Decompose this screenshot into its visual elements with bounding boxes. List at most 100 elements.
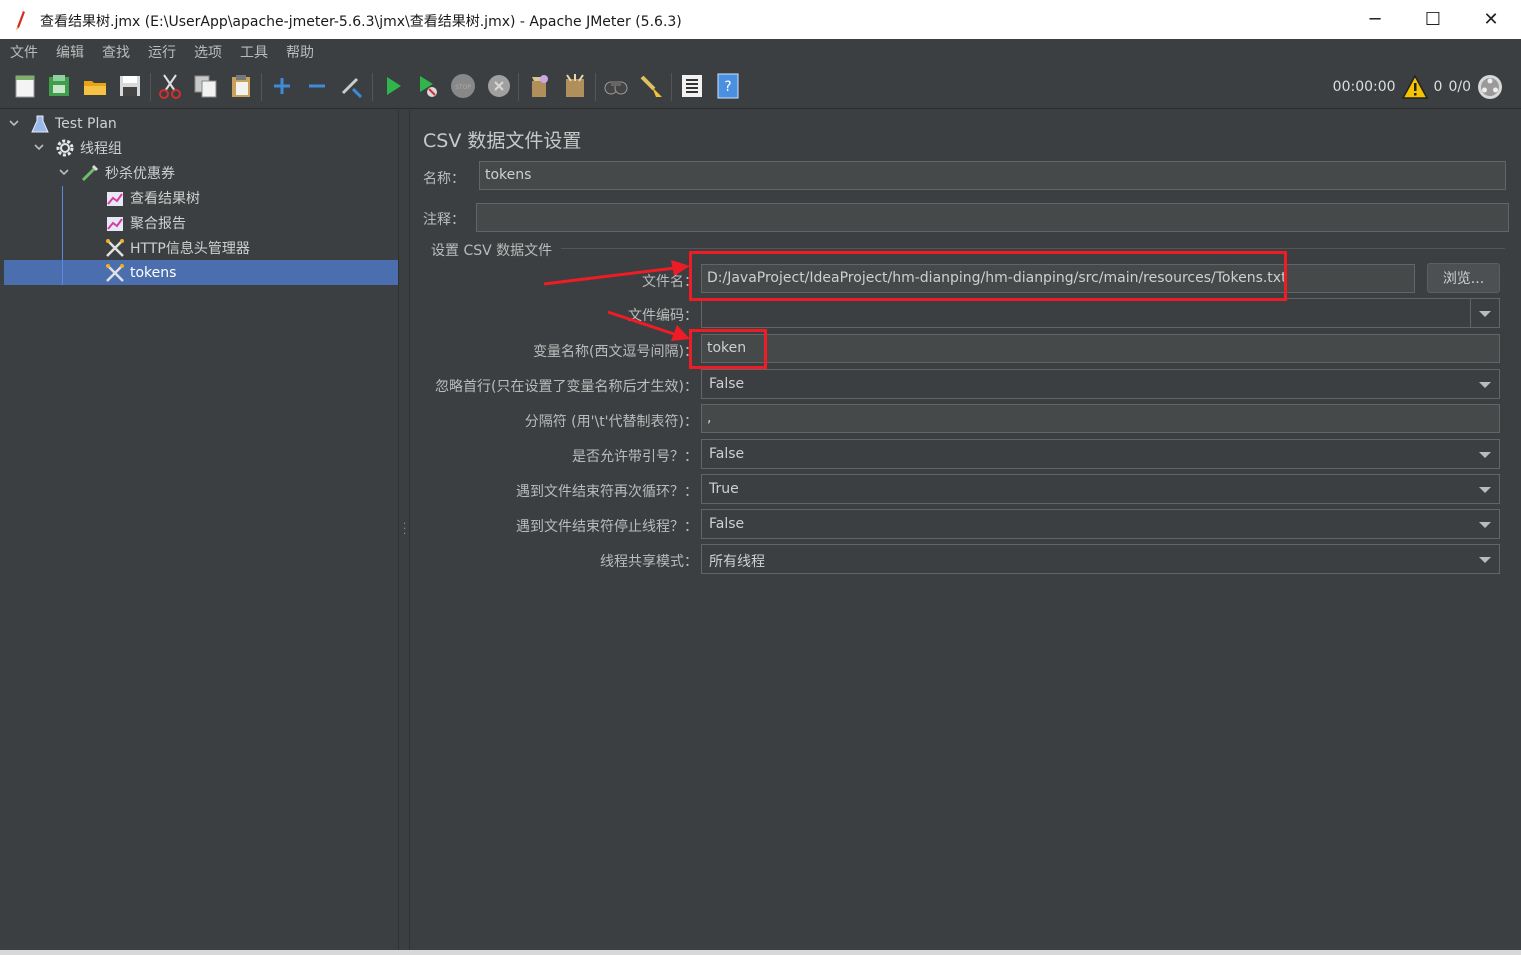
- chevron-down-icon: [1479, 487, 1491, 493]
- search-icon[interactable]: [603, 73, 629, 99]
- chevron-down-icon: [1479, 311, 1491, 317]
- close-button[interactable]: ✕: [1462, 0, 1520, 39]
- tree-node-header-manager[interactable]: HTTP信息头管理器: [105, 235, 250, 260]
- start-icon[interactable]: [380, 73, 406, 99]
- select-value: False: [709, 516, 745, 532]
- name-label: 名称：: [423, 171, 465, 187]
- tree-node-label: 查看结果树: [130, 190, 200, 207]
- tree-node-tokens[interactable]: tokens: [105, 260, 176, 285]
- comment-label: 注释：: [423, 212, 465, 228]
- pipette-icon: [81, 164, 99, 181]
- tree-node-sampler[interactable]: 秒杀优惠券: [80, 160, 175, 185]
- open-icon[interactable]: [82, 73, 108, 99]
- tools-icon: [106, 238, 124, 257]
- menu-bar: 文件 编辑 查找 运行 选项 工具 帮助: [0, 39, 1521, 63]
- tree-node-label: 线程组: [80, 140, 122, 157]
- chevron-down-icon[interactable]: [58, 166, 70, 178]
- reset-search-icon[interactable]: [638, 73, 664, 99]
- tools-icon: [106, 263, 124, 282]
- annotation-box-variable: [689, 329, 767, 369]
- stop-thread-eof-select[interactable]: False: [701, 509, 1500, 539]
- templates-icon[interactable]: [46, 73, 72, 99]
- tree-node-aggregate-report[interactable]: 聚合报告: [105, 210, 186, 235]
- menu-run[interactable]: 运行: [138, 39, 184, 63]
- menu-file[interactable]: 文件: [0, 39, 46, 63]
- menu-edit[interactable]: 编辑: [46, 39, 92, 63]
- chevron-down-icon: [1479, 557, 1491, 563]
- chevron-down-icon[interactable]: [8, 117, 20, 129]
- stop-thread-eof-label: 遇到文件结束符停止线程？：: [516, 519, 698, 535]
- variable-names-input[interactable]: token: [701, 334, 1500, 363]
- sharing-mode-select[interactable]: 所有线程: [701, 544, 1500, 574]
- paste-icon[interactable]: [228, 73, 254, 99]
- elapsed-time: 00:00:00: [1332, 79, 1396, 95]
- recycle-eof-select[interactable]: True: [701, 474, 1500, 504]
- maximize-button[interactable]: ☐: [1404, 0, 1462, 39]
- copy-icon[interactable]: [193, 73, 219, 99]
- minimize-button[interactable]: ─: [1346, 0, 1404, 39]
- help-icon[interactable]: ?: [715, 73, 741, 99]
- allow-quoted-select[interactable]: False: [701, 439, 1500, 469]
- ignore-first-line-select[interactable]: False: [701, 369, 1500, 399]
- window-title-bar: 查看结果树.jmx (E:\UserApp\apache-jmeter-5.6.…: [0, 0, 1521, 39]
- expand-icon[interactable]: [269, 73, 295, 99]
- sharing-mode-label: 线程共享模式：: [600, 554, 698, 570]
- window-title: 查看结果树.jmx (E:\UserApp\apache-jmeter-5.6.…: [40, 14, 682, 30]
- section-title: 设置 CSV 数据文件: [431, 243, 553, 259]
- run-status: 00:00:00 0 0/0: [1333, 73, 1503, 101]
- comment-input[interactable]: [476, 203, 1509, 232]
- gear-icon: [56, 139, 74, 156]
- annotation-box-filename: [689, 251, 1287, 301]
- clear-icon[interactable]: [526, 73, 552, 99]
- menu-search[interactable]: 查找: [92, 39, 138, 63]
- menu-tools[interactable]: 工具: [230, 39, 276, 63]
- menu-options[interactable]: 选项: [184, 39, 230, 63]
- window-bottom-border: [0, 950, 1521, 955]
- function-helper-icon[interactable]: [679, 73, 705, 99]
- jmeter-logo-icon: [16, 11, 25, 30]
- tree-node-thread-group[interactable]: 线程组: [55, 135, 122, 160]
- select-value: 所有线程: [709, 554, 765, 570]
- chevron-down-icon[interactable]: [33, 141, 45, 153]
- tree-node-view-results-tree[interactable]: 查看结果树: [105, 185, 200, 210]
- toolbar: STOP ? 00:00:00 0 0/0: [0, 63, 1521, 109]
- test-plan-tree: Test Plan 线程组 秒杀优惠券 查看结果树 聚合报告 HTTP信息头管理…: [4, 110, 398, 953]
- select-value: True: [709, 481, 739, 497]
- warning-icon[interactable]: [1401, 75, 1428, 99]
- csv-config-panel: CSV 数据文件设置 名称： tokens 注释： 设置 CSV 数据文件 文件…: [411, 110, 1520, 953]
- tree-node-label: 秒杀优惠券: [105, 165, 175, 182]
- select-value: False: [709, 446, 745, 462]
- split-pane-divider[interactable]: · · ·: [398, 110, 410, 953]
- svg-text:?: ?: [724, 79, 731, 95]
- chevron-down-icon: [1479, 452, 1491, 458]
- menu-help[interactable]: 帮助: [276, 39, 322, 63]
- stop-icon[interactable]: STOP: [450, 73, 476, 99]
- thread-count: 0/0: [1448, 79, 1471, 95]
- tree-node-label: 聚合报告: [130, 215, 186, 232]
- chevron-down-icon: [1479, 382, 1491, 388]
- browse-button[interactable]: 浏览...: [1427, 263, 1500, 293]
- new-icon[interactable]: [12, 73, 38, 99]
- error-count: 0: [1433, 79, 1443, 95]
- select-value: False: [709, 376, 745, 392]
- name-input[interactable]: tokens: [479, 161, 1506, 190]
- remote-status-icon: [1478, 75, 1502, 99]
- panel-title: CSV 数据文件设置: [423, 130, 582, 152]
- flask-icon: [31, 115, 49, 132]
- encoding-combo[interactable]: [701, 298, 1500, 328]
- tree-node-label: HTTP信息头管理器: [130, 240, 250, 257]
- collapse-icon[interactable]: [304, 73, 330, 99]
- tree-selection-highlight: [4, 260, 398, 285]
- delimiter-input[interactable]: ,: [701, 404, 1500, 433]
- svg-text:STOP: STOP: [455, 84, 471, 91]
- listener-chart-icon: [107, 216, 123, 231]
- cut-icon[interactable]: [157, 73, 183, 99]
- start-no-timers-icon[interactable]: [415, 73, 441, 99]
- tree-node-test-plan[interactable]: Test Plan: [30, 111, 117, 136]
- toggle-icon[interactable]: [339, 73, 365, 99]
- section-divider: [561, 248, 1505, 249]
- clear-all-icon[interactable]: [562, 73, 588, 99]
- tree-node-label: Test Plan: [55, 115, 117, 132]
- save-icon[interactable]: [117, 73, 143, 99]
- shutdown-icon[interactable]: [486, 73, 512, 99]
